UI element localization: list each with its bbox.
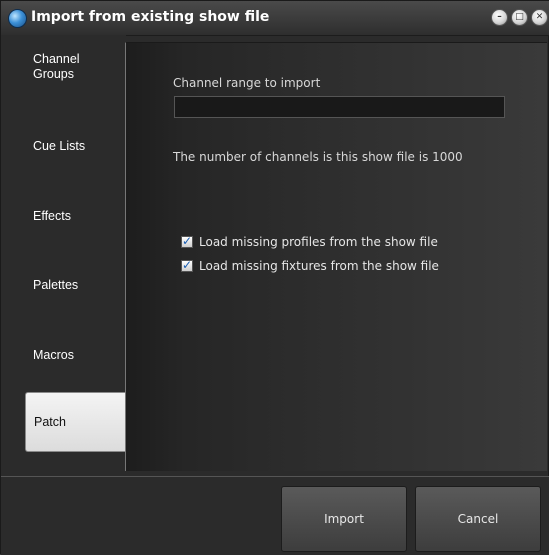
app-globe-icon: [8, 9, 27, 28]
patch-panel: Channel range to import The number of ch…: [125, 42, 547, 471]
tab-effects-label: Effects: [33, 209, 71, 223]
tab-palettes[interactable]: Palettes: [25, 278, 126, 336]
tab-channel-groups-label: Channel Groups: [33, 52, 80, 81]
window-title: Import from existing show file: [31, 9, 270, 25]
channel-range-input[interactable]: [174, 96, 505, 118]
checkmark-icon: ✓: [182, 233, 193, 248]
tab-channel-groups[interactable]: Channel Groups: [25, 52, 126, 110]
load-profiles-checkbox-row[interactable]: ✓ Load missing profiles from the show fil…: [181, 233, 438, 249]
load-fixtures-checkbox[interactable]: ✓: [181, 257, 193, 272]
load-fixtures-checkbox-row[interactable]: ✓ Load missing fixtures from the show fil…: [181, 257, 439, 273]
maximize-icon[interactable]: □: [511, 9, 528, 26]
cancel-button[interactable]: Cancel: [415, 486, 541, 552]
channel-range-label: Channel range to import: [173, 76, 321, 90]
title-bar[interactable]: Import from existing show file – □ ✕: [1, 1, 549, 36]
load-fixtures-label: Load missing fixtures from the show file: [199, 259, 439, 273]
load-profiles-checkbox[interactable]: ✓: [181, 233, 193, 248]
close-icon[interactable]: ✕: [531, 9, 548, 26]
import-button[interactable]: Import: [281, 486, 407, 552]
tab-cue-lists-label: Cue Lists: [33, 139, 86, 153]
checkmark-icon: ✓: [182, 257, 193, 272]
load-profiles-label: Load missing profiles from the show file: [199, 235, 438, 249]
tab-palettes-label: Palettes: [33, 278, 79, 292]
tab-macros-label: Macros: [33, 348, 74, 362]
channel-count-info: The number of channels is this show file…: [173, 150, 463, 164]
tab-cue-lists[interactable]: Cue Lists: [25, 139, 126, 197]
tab-effects[interactable]: Effects: [25, 209, 126, 267]
tab-patch[interactable]: Patch: [25, 392, 126, 452]
import-dialog: Import from existing show file – □ ✕ Cha…: [0, 0, 549, 555]
tab-patch-label: Patch: [34, 415, 66, 429]
section-tabs: Channel Groups Cue Lists Effects Palette…: [1, 35, 126, 475]
minimize-icon[interactable]: –: [491, 9, 508, 26]
button-bar: Import Cancel: [1, 476, 549, 555]
